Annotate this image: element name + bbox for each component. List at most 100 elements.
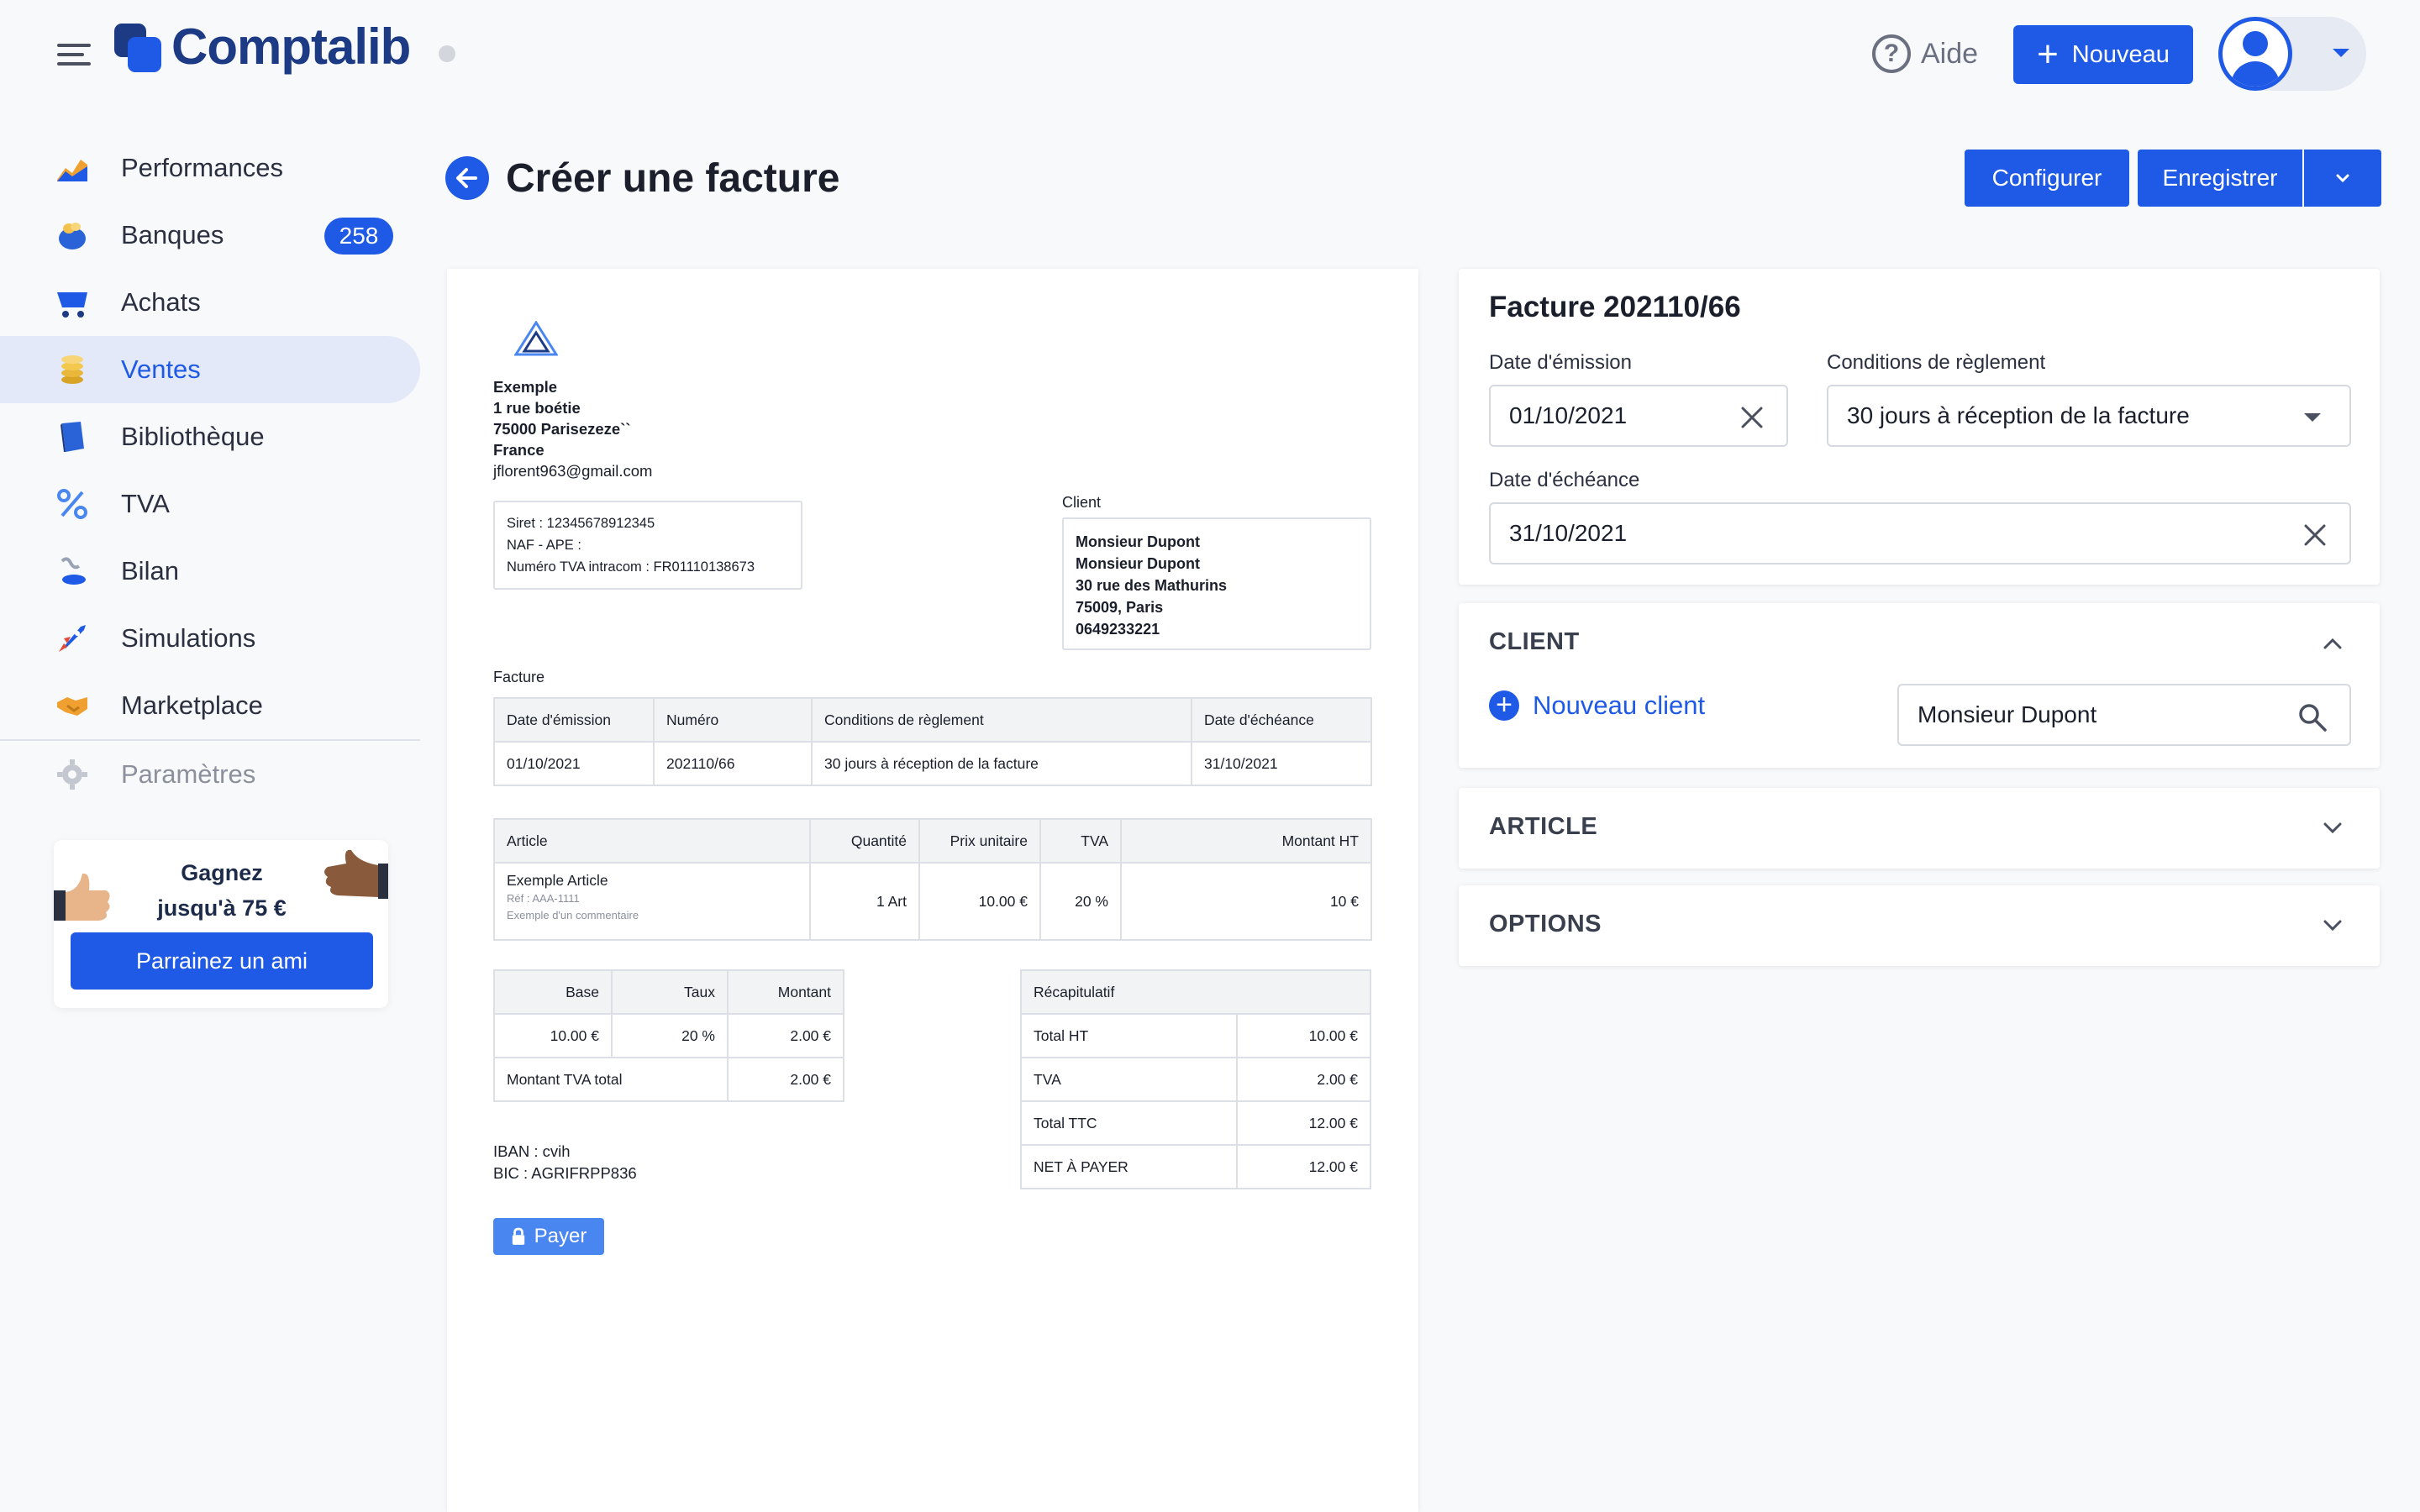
article-section[interactable]: ARTICLE [1459, 788, 2380, 869]
sidebar-item-label: Achats [121, 287, 201, 317]
section-title: OPTIONS [1489, 911, 1602, 937]
sidebar-item-bilan[interactable]: Bilan [0, 538, 420, 605]
pay-label: Payer [534, 1225, 587, 1247]
handshake-icon [57, 697, 87, 716]
table-header-row: Article Quantité Prix unitaire TVA Monta… [493, 818, 1372, 864]
company-address: Exemple 1 rue boétie 75000 Parisezeze`` … [493, 378, 653, 480]
sidebar-item-label: Simulations [121, 623, 256, 653]
sidebar-item-tva[interactable]: TVA [0, 470, 420, 538]
arrow-left-icon [456, 168, 477, 188]
refer-friend-button[interactable]: Parrainez un ami [71, 932, 373, 990]
chart-icon [57, 160, 87, 181]
top-bar: Comptalib ? Aide + Nouveau [0, 0, 2420, 109]
client-section: CLIENT + Nouveau client Monsieur Dupont [1459, 603, 2380, 768]
sidebar-item-label: Marketplace [121, 690, 263, 720]
legal-info-box: Siret : 12345678912345 NAF - APE : Numér… [493, 501, 802, 590]
sidebar-item-performances[interactable]: Performances [0, 134, 420, 202]
add-icon: + [1489, 690, 1519, 721]
sidebar-item-label: Ventes [121, 354, 201, 384]
client-address-box: Monsieur Dupont Monsieur Dupont 30 rue d… [1062, 517, 1371, 650]
date-emission-field[interactable]: 01/10/2021 [1489, 385, 1788, 447]
count-badge: 258 [324, 218, 393, 255]
invoice-title: Facture 202110/66 [1489, 291, 1741, 323]
clear-icon[interactable] [2302, 522, 2328, 548]
client-search-input[interactable]: Monsieur Dupont [1897, 684, 2351, 746]
sidebar-item-achats[interactable]: Achats [0, 269, 420, 336]
client-section-header[interactable]: CLIENT [1459, 603, 2380, 684]
avatar-icon[interactable] [2218, 17, 2292, 91]
sidebar-item-label: Banques [121, 220, 224, 249]
save-options-button[interactable] [2304, 150, 2381, 207]
referral-card: Gagnez jusqu'à 75 € Parrainez un ami [54, 840, 388, 1008]
sidebar-item-marketplace[interactable]: Marketplace [0, 672, 420, 739]
chevron-down-icon[interactable] [2333, 49, 2349, 57]
thumbs-up-icon [54, 873, 110, 921]
pointing-hand-icon [324, 849, 388, 899]
sidebar-item-simulations[interactable]: Simulations [0, 605, 420, 672]
configure-button[interactable]: Configurer [1965, 150, 2129, 207]
pay-button[interactable]: Payer [493, 1218, 604, 1255]
table-header-row: Récapitulatif [1020, 969, 1371, 1015]
chevron-down-icon[interactable] [2323, 818, 2343, 838]
book-icon [60, 422, 84, 452]
new-client-label: Nouveau client [1533, 690, 1706, 720]
invoice-meta-table: Date d'émission Numéro Conditions de règ… [493, 697, 1372, 786]
sidebar-item-ventes[interactable]: Ventes [0, 336, 420, 403]
sidebar-item-label: Paramètres [121, 759, 256, 789]
menu-icon[interactable] [57, 44, 91, 66]
invoice-preview: Exemple 1 rue boétie 75000 Parisezeze`` … [447, 269, 1418, 1512]
bank-details: IBAN : cvih BIC : AGRIFRPP836 [493, 1142, 637, 1182]
client-label: Client [1062, 494, 1102, 511]
table-header-row: Date d'émission Numéro Conditions de règ… [493, 697, 1372, 743]
sidebar-item-bibliotheque[interactable]: Bibliothèque [0, 403, 420, 470]
save-button[interactable]: Enregistrer [2138, 150, 2302, 207]
back-button[interactable] [445, 156, 489, 200]
date-echeance-field[interactable]: 31/10/2021 [1489, 502, 2351, 564]
chevron-up-icon[interactable] [2323, 633, 2343, 654]
dropdown-arrow-icon [2304, 413, 2321, 422]
coins-icon [61, 355, 83, 384]
search-icon[interactable] [2297, 702, 2328, 732]
chevron-down-icon [2336, 174, 2349, 183]
company-logo-icon [514, 321, 558, 356]
sidebar-item-label: TVA [121, 489, 170, 518]
chevron-down-icon[interactable] [2323, 916, 2343, 936]
sidebar-item-banques[interactable]: Banques 258 [0, 202, 420, 269]
date-echeance-label: Date d'échéance [1489, 469, 1640, 491]
status-dot [439, 45, 455, 62]
table-row: Total HT 10.00 € [1020, 1013, 1372, 1058]
tva-table: Base Taux Montant 10.00 € 20 % 2.00 € Mo… [493, 969, 844, 1102]
sidebar-item-label: Bilan [121, 556, 179, 585]
table-row: Montant TVA total 2.00 € [493, 1057, 844, 1102]
article-table: Article Quantité Prix unitaire TVA Monta… [493, 818, 1372, 941]
date-emission-label: Date d'émission [1489, 351, 1632, 374]
table-row: Exemple Article Réf : AAA-1111 Exemple d… [493, 862, 1372, 941]
page-title: Créer une facture [506, 156, 840, 201]
section-title: CLIENT [1489, 628, 1580, 655]
new-button[interactable]: + Nouveau [2013, 25, 2193, 84]
comptalib-logo-icon [114, 24, 161, 72]
percent-icon [57, 489, 87, 519]
sidebar-item-label: Bibliothèque [121, 422, 265, 451]
facture-label: Facture [493, 669, 545, 685]
help-icon: ? [1872, 34, 1911, 73]
section-title: ARTICLE [1489, 813, 1598, 840]
help-button[interactable]: ? Aide [1872, 32, 1978, 76]
table-row: Total TTC 12.00 € [1020, 1100, 1372, 1146]
help-label: Aide [1921, 37, 1979, 70]
summary-table: Récapitulatif Total HT 10.00 € TVA 2.00 € … [1020, 969, 1372, 1189]
table-row: 01/10/2021 202110/66 30 jours à réceptio… [493, 741, 1372, 786]
clear-icon[interactable] [1739, 405, 1765, 430]
lock-icon [512, 1227, 524, 1245]
logo-text[interactable]: Comptalib [171, 15, 411, 79]
sidebar-item-parametres[interactable]: Paramètres [0, 741, 420, 808]
conditions-select[interactable]: 30 jours à réception de la facture [1827, 385, 2351, 447]
plus-icon: + [2037, 34, 2059, 75]
sidebar-item-label: Performances [121, 153, 283, 182]
options-section[interactable]: OPTIONS [1459, 885, 2380, 966]
table-row: NET À PAYER 12.00 € [1020, 1144, 1372, 1189]
gear-icon [57, 759, 87, 790]
invoice-details-card: Facture 202110/66 Date d'émission 01/10/… [1459, 269, 2380, 585]
referral-text: Gagnez jusqu'à 75 € [157, 860, 287, 921]
new-client-button[interactable]: + Nouveau client [1489, 690, 1705, 721]
